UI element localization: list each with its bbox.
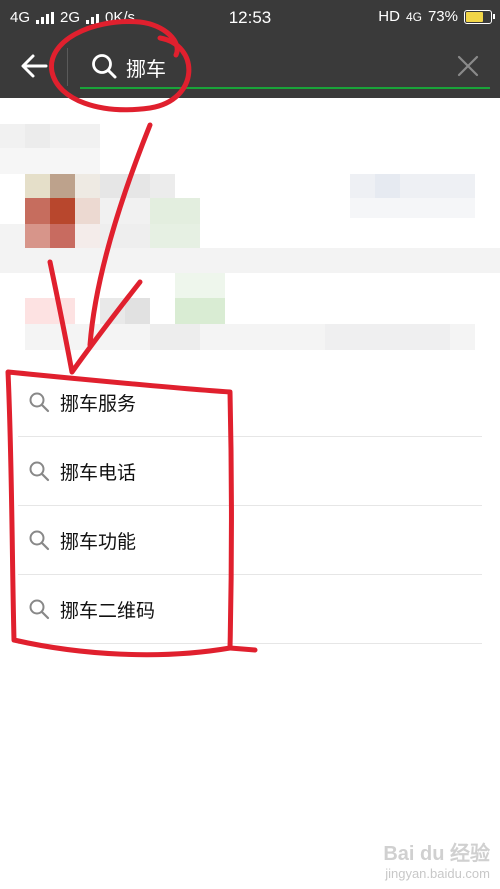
- blurred-results: [0, 98, 500, 368]
- clear-icon[interactable]: [456, 54, 480, 78]
- search-box[interactable]: 挪车: [80, 44, 490, 88]
- watermark: Bai du 经验 jingyan.baidu.com: [383, 837, 490, 881]
- search-icon: [92, 54, 117, 79]
- hd-label: HD: [378, 8, 400, 25]
- battery-fill: [466, 11, 483, 22]
- status-right: HD 4G 73%: [378, 8, 495, 25]
- battery-percent: 73%: [427, 8, 458, 25]
- suggestion-item[interactable]: 挪车功能: [18, 506, 482, 575]
- suggestion-item[interactable]: 挪车二维码: [18, 575, 482, 644]
- back-arrow-icon[interactable]: [16, 50, 52, 82]
- status-bar: 4G 2G 0K/s 12:53 HD 4G 73%: [0, 0, 500, 34]
- search-icon: [29, 530, 50, 551]
- battery-icon: [464, 9, 495, 24]
- suggestion-item[interactable]: 挪车服务: [18, 368, 482, 437]
- search-icon: [29, 461, 50, 482]
- suggestion-label: 挪车二维码: [60, 599, 156, 622]
- watermark-brand: Bai du 经验: [383, 843, 490, 865]
- search-header: 挪车: [0, 34, 500, 98]
- suggestion-item[interactable]: 挪车电话: [18, 437, 482, 506]
- suggestion-list: 挪车服务 挪车电话 挪车功能 挪车二维码: [0, 368, 500, 644]
- suggestion-label: 挪车服务: [60, 392, 137, 415]
- network-type: 4G: [405, 9, 422, 24]
- header-divider: [67, 48, 68, 86]
- search-underline: [80, 87, 490, 89]
- suggestion-label: 挪车电话: [60, 461, 137, 484]
- watermark-url: jingyan.baidu.com: [385, 866, 490, 881]
- search-input[interactable]: 挪车: [126, 53, 166, 82]
- search-icon: [29, 599, 50, 620]
- suggestion-label: 挪车功能: [60, 530, 137, 553]
- search-icon: [29, 392, 50, 413]
